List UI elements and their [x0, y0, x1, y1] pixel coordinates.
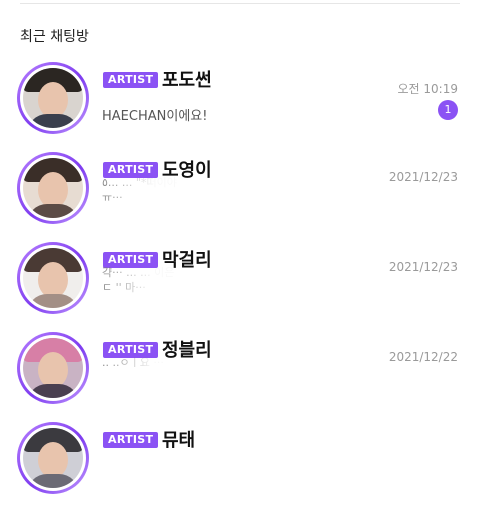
chat-row[interactable]: ARTIST 뮤태 [0, 418, 480, 506]
avatar[interactable] [17, 62, 89, 134]
avatar-photo [23, 248, 83, 308]
chat-row[interactable]: ARTIST 도영이 2021/12/23 ٥... ... "*떠이야 ㅠ··… [0, 148, 480, 236]
avatar[interactable] [17, 152, 89, 224]
avatar-photo [23, 338, 83, 398]
avatar-face [38, 262, 68, 298]
artist-badge: ARTIST [103, 72, 159, 88]
avatar-face [38, 442, 68, 478]
avatar-photo [23, 428, 83, 488]
chat-time: 2021/12/23 [388, 260, 458, 274]
avatar-face [38, 352, 68, 388]
chat-time: 2021/12/23 [388, 170, 458, 184]
section-title: 최근 채팅방 [20, 29, 89, 45]
avatar-shoulder [27, 204, 79, 218]
top-divider [20, 3, 460, 4]
avatar-frame [20, 335, 86, 401]
artist-badge: ARTIST [103, 432, 159, 448]
chat-time: 오전 10:19 [397, 82, 458, 96]
avatar-frame [20, 65, 86, 131]
chat-preview: 갹··· ... ... 이은 ㄷ '' 마··· [102, 265, 362, 295]
avatar[interactable] [17, 332, 89, 404]
chat-time: 2021/12/22 [388, 350, 458, 364]
avatar-photo [23, 158, 83, 218]
chat-row[interactable]: ARTIST 포도썬 오전 10:19 HAECHAN이에요! 1 [0, 58, 480, 146]
chat-preview-line: 갹··· ... ... 이은 [102, 266, 175, 279]
chat-preview-line: ㅠ··· [102, 191, 123, 204]
chat-preview-line: ٥... ... "*떠이야 [102, 176, 177, 189]
avatar-shoulder [27, 294, 79, 308]
avatar-face [38, 82, 68, 118]
chat-row[interactable]: ARTIST 막걸리 2021/12/23 갹··· ... ... 이은 ㄷ … [0, 238, 480, 326]
unread-badge: 1 [438, 100, 458, 120]
avatar-shoulder [27, 384, 79, 398]
chat-preview-line: ㄷ '' 마··· [102, 281, 146, 294]
chat-preview: HAECHAN이에요! [102, 109, 208, 124]
avatar-frame [20, 245, 86, 311]
chat-name: 포도썬 [162, 70, 212, 91]
avatar-shoulder [27, 114, 79, 128]
chat-preview-line: .. ..ㅇㅣ요 ··· [102, 356, 164, 369]
avatar-shoulder [27, 474, 79, 488]
chat-preview: ٥... ... "*떠이야 ㅠ··· [102, 175, 362, 205]
avatar-frame [20, 155, 86, 221]
avatar-photo [23, 68, 83, 128]
chat-row[interactable]: ARTIST 정블리 2021/12/22 .. ..ㅇㅣ요 ··· [0, 328, 480, 416]
chat-name: 뮤태 [162, 430, 196, 451]
chat-preview: .. ..ㅇㅣ요 ··· [102, 355, 362, 370]
avatar[interactable] [17, 242, 89, 314]
avatar-frame [20, 425, 86, 491]
avatar[interactable] [17, 422, 89, 494]
avatar-face [38, 172, 68, 208]
